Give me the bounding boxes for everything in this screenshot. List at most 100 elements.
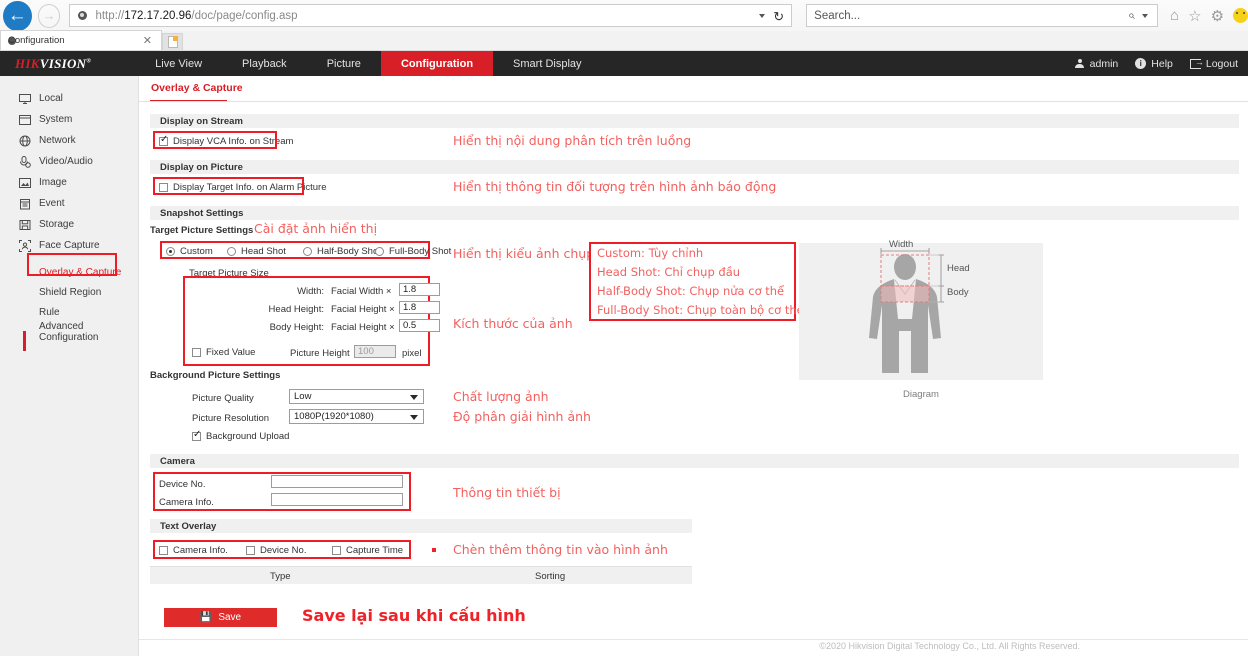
body-height-base-label: Facial Height × [331,322,395,333]
save-button[interactable]: 💾 Save [164,608,277,627]
star-icon[interactable]: ☆ [1188,7,1201,25]
browser-chrome: ← → http://172.17.20.96/doc/page/config.… [0,0,1248,51]
address-bar[interactable]: http://172.17.20.96/doc/page/config.asp … [69,4,792,27]
checkbox-overlay-device-no[interactable]: Device No. [246,545,306,556]
checkbox-overlay-camera-info[interactable]: Camera Info. [159,545,228,556]
sidebar-item-advanced-configuration[interactable]: Advanced Configuration [0,322,138,342]
checkbox-box[interactable] [192,348,201,357]
sidebar-item-image[interactable]: Image [0,172,138,193]
checkbox-box[interactable] [159,546,168,555]
checkbox-label: Fixed Value [206,347,255,358]
nav-smart-display[interactable]: Smart Display [493,51,601,76]
sidebar-item-rule[interactable]: Rule [0,302,138,322]
sidebar-item-label: Image [39,177,67,188]
chevron-down-icon[interactable] [759,14,765,18]
annotation-text-overlay: Chèn thêm thông tin vào hình ảnh [453,542,668,557]
tab-label: Configuration [8,35,65,46]
chevron-down-icon[interactable] [410,395,418,400]
home-icon[interactable]: ⌂ [1170,7,1179,24]
radio-half-body-shot[interactable]: Half-Body Shot [303,246,381,257]
section-camera: Camera [150,454,1239,468]
checkbox-fixed-value[interactable]: Fixed Value [192,347,255,358]
sidebar-item-label: System [39,114,72,125]
sidebar-item-storage[interactable]: Storage [0,214,138,235]
body-height-label: Body Height: [257,322,324,333]
background-picture-settings-title: Background Picture Settings [150,370,280,381]
radio-button[interactable] [375,247,384,256]
radio-button[interactable] [227,247,236,256]
sidebar-sub-label: Shield Region [39,287,101,298]
device-no-input[interactable] [271,475,403,488]
save-label: Save [218,612,241,623]
highlight-sidebar-overlay-capture [27,253,117,276]
help-button[interactable]: i Help [1135,58,1173,70]
sidebar-item-network[interactable]: Network [0,130,138,151]
chevron-down-icon[interactable] [410,415,418,420]
nav-picture[interactable]: Picture [307,51,381,76]
picture-icon [18,176,31,189]
picture-resolution-select[interactable]: 1080P(1920*1080) [289,409,424,424]
back-arrow-icon[interactable]: ← [3,1,32,31]
diagram-label-width: Width [889,239,913,250]
new-tab-icon[interactable] [162,33,183,50]
gear-icon[interactable]: ⚙ [1211,7,1224,25]
logout-button[interactable]: Logout [1190,58,1238,70]
head-height-multiplier-input[interactable]: 1.8 [399,301,440,314]
checkbox-overlay-capture-time[interactable]: Capture Time [332,545,403,556]
radio-custom[interactable]: Custom [166,246,213,257]
current-user[interactable]: admin [1075,58,1119,70]
camera-info-input[interactable] [271,493,403,506]
nav-configuration[interactable]: Configuration [381,51,493,76]
radio-button[interactable] [303,247,312,256]
head-height-base-label: Facial Height × [331,304,395,315]
calendar-icon [18,197,31,210]
camera-info-label: Camera Info. [159,497,214,508]
section-snapshot-settings: Snapshot Settings [150,206,1239,220]
close-icon[interactable]: ✕ [143,34,152,47]
window-icon [18,113,31,126]
checkbox-box[interactable] [332,546,341,555]
smiley-icon[interactable] [1233,8,1248,23]
radio-button[interactable] [166,247,175,256]
reload-icon[interactable]: ↻ [773,9,784,25]
sidebar-item-event[interactable]: Event [0,193,138,214]
search-placeholder: Search... [814,10,860,22]
checkbox-label: Capture Time [346,545,403,556]
floppy-icon [18,218,31,231]
search-input[interactable]: Search... ⌕ [806,4,1158,27]
picture-quality-select[interactable]: Low [289,389,424,404]
body-height-multiplier-input[interactable]: 0.5 [399,319,440,332]
forward-arrow-icon[interactable]: → [38,4,61,28]
head-height-label: Head Height: [257,304,324,315]
diagram-label-head: Head [947,263,970,274]
diagram-panel: Width Head Body [799,243,1043,380]
sidebar-item-video-audio[interactable]: Video/Audio [0,151,138,172]
device-no-label: Device No. [159,479,205,490]
microphone-icon [18,155,31,168]
checkbox-label: Device No. [260,545,306,556]
user-icon [1075,59,1085,69]
nav-playback[interactable]: Playback [222,51,307,76]
section-display-on-stream: Display on Stream [150,114,1239,128]
annotation-box-line-2: Head Shot: Chỉ chụp đầu [597,265,740,279]
chevron-down-icon[interactable] [1142,14,1148,18]
browser-tab-configuration[interactable]: Configuration ✕ [0,30,162,50]
search-icon[interactable]: ⌕ [1128,8,1135,23]
sidebar-item-shield-region[interactable]: Shield Region [0,282,138,302]
picture-resolution-label: Picture Resolution [192,413,269,424]
checkbox-box[interactable] [246,546,255,555]
sidebar-sub-label: Rule [39,307,60,318]
nav-live-view[interactable]: Live View [135,51,222,76]
sidebar-item-label: Local [39,93,63,104]
sidebar-item-local[interactable]: Local [0,88,138,109]
monitor-icon [18,92,31,105]
sidebar-item-system[interactable]: System [0,109,138,130]
radio-head-shot[interactable]: Head Shot [227,246,286,257]
checkbox-background-upload[interactable]: Background Upload [192,431,289,442]
highlight-display-vca [153,131,277,149]
radio-full-body-shot[interactable]: Full-Body Shot [375,246,451,257]
user-label: admin [1090,58,1119,70]
checkbox-box[interactable] [192,432,201,441]
width-multiplier-input[interactable]: 1.8 [399,283,440,296]
picture-quality-label: Picture Quality [192,393,254,404]
